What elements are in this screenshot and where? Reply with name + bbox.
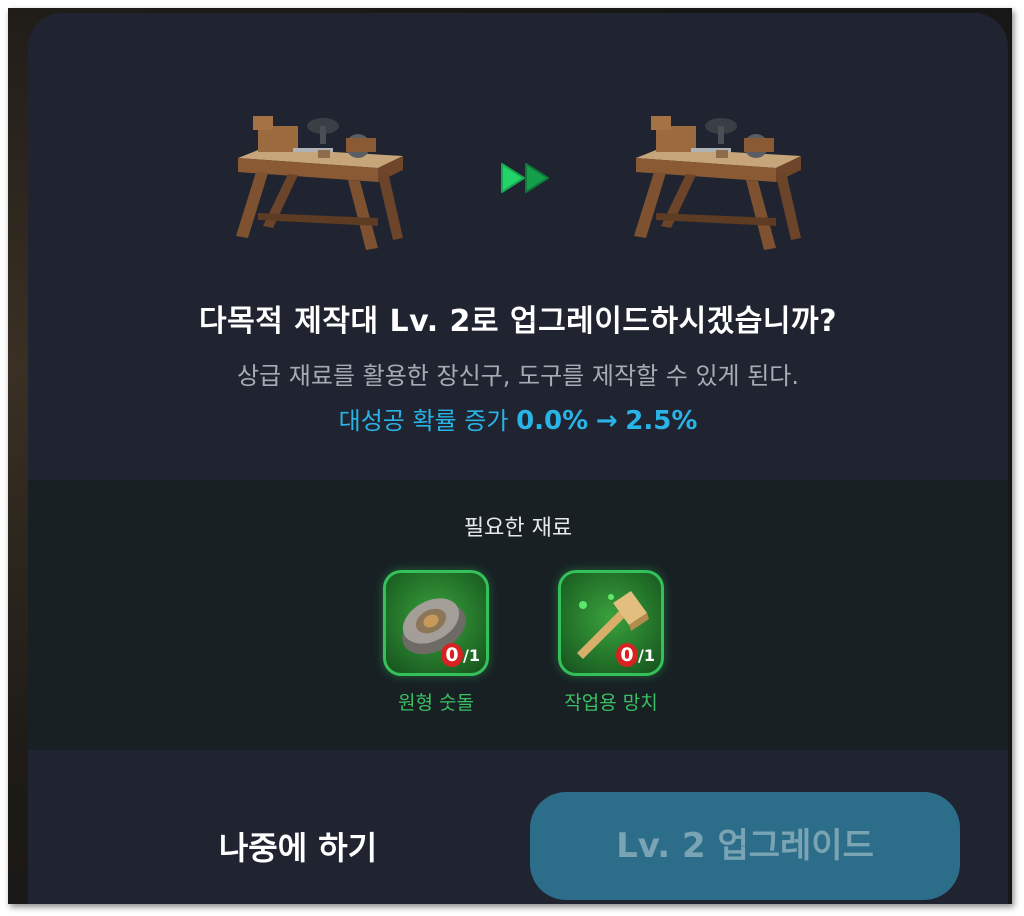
material-slot[interactable]: 0/1 [383,570,489,676]
workbench-current-icon [236,116,403,250]
material-name: 작업용 망치 [564,692,658,714]
bonus-label: 대성공 확률 증가 [338,407,509,435]
materials-title: 필요한 재료 [463,516,573,541]
later-button[interactable]: 나중에 하기 [173,818,423,878]
material-item-hammer[interactable]: 0/1 작업용 망치 [558,570,664,715]
bonus-arrow: → [595,406,618,436]
bonus-line: 대성공 확률 증가 0.0% → 2.5% [28,401,1008,436]
material-count: 0/1 [616,642,655,667]
fast-forward-icon [501,163,549,193]
material-count: 0/1 [441,642,480,667]
upgrade-title: 다목적 제작대 Lv. 2로 업그레이드하시겠습니까? [199,304,837,339]
upgrade-button[interactable]: Lv. 2 업그레이드 [530,792,960,900]
bonus-to-value: 2.5% [625,406,698,436]
material-name: 원형 숫돌 [398,692,474,714]
upgrade-description: 상급 재료를 활용한 장신구, 도구를 제작할 수 있게 된다. [236,362,800,390]
material-slot[interactable]: 0/1 [558,570,664,676]
screenshot-frame: 다목적 제작대 Lv. 2로 업그레이드하시겠습니까? 상급 재료를 활용한 장… [8,8,1012,904]
upgrade-dialog: 다목적 제작대 Lv. 2로 업그레이드하시겠습니까? 상급 재료를 활용한 장… [28,13,1008,904]
material-item-whetstone[interactable]: 0/1 원형 숫돌 [383,570,489,715]
workbench-upgraded-icon [634,116,801,250]
materials-panel: 필요한 재료 0/1 원형 숫돌 0 /1 작업용 망치 [28,480,1008,750]
bonus-from-value: 0.0% [516,406,589,436]
